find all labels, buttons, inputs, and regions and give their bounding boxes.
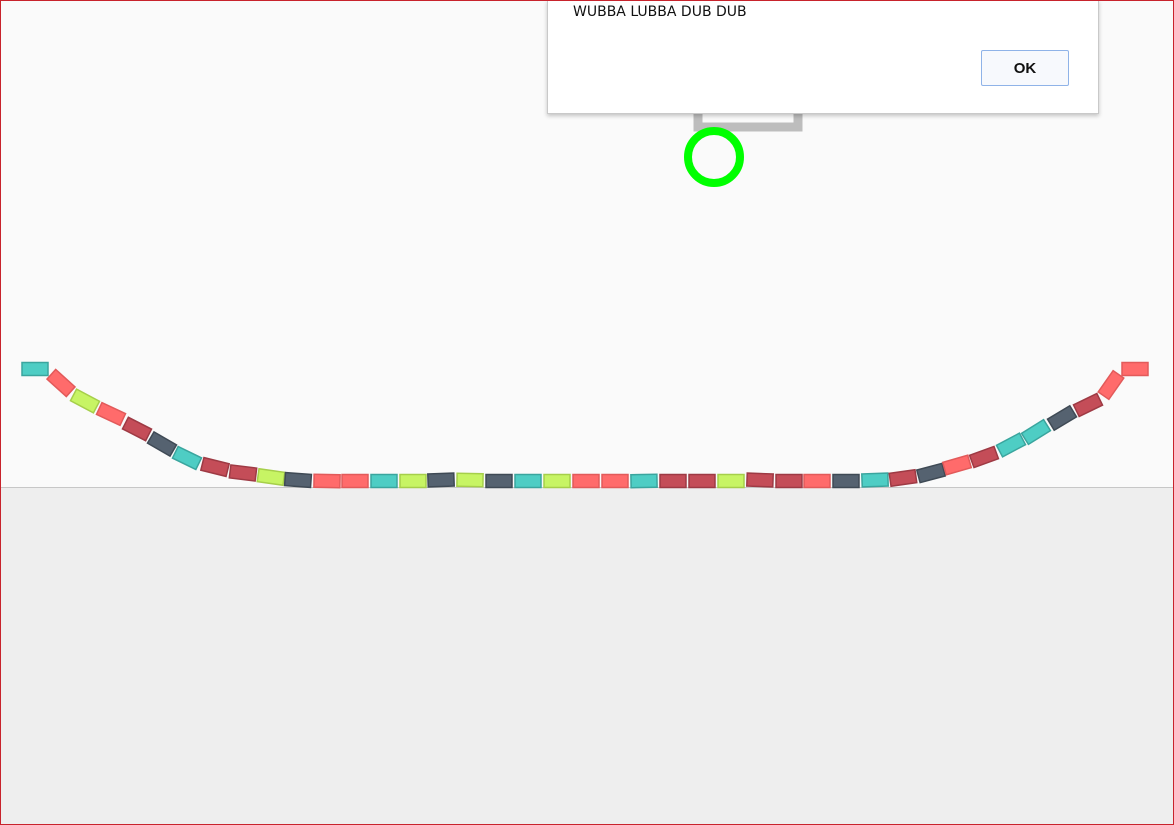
rope-segment[interactable] <box>514 473 542 489</box>
rope-segment[interactable] <box>832 473 860 489</box>
rope-segment[interactable] <box>1072 392 1104 418</box>
rope-segment[interactable] <box>659 473 687 489</box>
rope-segment[interactable] <box>45 368 77 398</box>
rope-segment[interactable] <box>199 456 231 478</box>
rope-segment[interactable] <box>69 388 101 414</box>
rope-segment[interactable] <box>283 471 313 489</box>
rope-segment[interactable] <box>456 472 484 488</box>
rope-segment[interactable] <box>572 473 600 489</box>
rope-segment[interactable] <box>941 454 973 476</box>
rope[interactable] <box>21 361 1149 489</box>
rope-segment[interactable] <box>630 473 658 489</box>
rope-segment[interactable] <box>21 361 49 377</box>
rope-segment[interactable] <box>121 416 153 442</box>
rope-segment[interactable] <box>427 472 455 488</box>
rope-segment[interactable] <box>1046 404 1078 432</box>
rope-segment[interactable] <box>1097 369 1125 401</box>
physics-canvas[interactable]: WUBBA LUBBA DUB DUB OK <box>0 0 1174 825</box>
rope-segment[interactable] <box>146 430 178 458</box>
rope-segment[interactable] <box>601 473 629 489</box>
rope-segment[interactable] <box>746 472 774 488</box>
rope-segment[interactable] <box>95 401 127 427</box>
rope-segment[interactable] <box>688 473 716 489</box>
rope-segment[interactable] <box>228 464 258 482</box>
rope-segment[interactable] <box>313 473 341 489</box>
rope-segment[interactable] <box>399 473 427 489</box>
physics-scene[interactable] <box>1 1 1173 824</box>
rope-segment[interactable] <box>341 473 369 489</box>
rope-segment[interactable] <box>717 473 745 489</box>
rope-segment[interactable] <box>915 462 947 484</box>
rope-segment[interactable] <box>256 467 286 487</box>
rope-segment[interactable] <box>370 473 398 489</box>
rope-segment[interactable] <box>888 468 918 488</box>
rope-segment[interactable] <box>171 445 203 471</box>
rope-segment[interactable] <box>995 432 1027 458</box>
rope-segment[interactable] <box>1121 361 1149 377</box>
rope-segment[interactable] <box>543 473 571 489</box>
rope-segment[interactable] <box>968 445 1000 469</box>
rope-segment[interactable] <box>1020 418 1052 446</box>
rope-segment[interactable] <box>803 473 831 489</box>
ok-button[interactable]: OK <box>981 50 1069 86</box>
alert-dialog: WUBBA LUBBA DUB DUB OK <box>547 1 1099 114</box>
dialog-message: WUBBA LUBBA DUB DUB <box>573 4 747 20</box>
rope-segment[interactable] <box>775 473 803 489</box>
ring[interactable] <box>684 127 744 187</box>
rope-segment[interactable] <box>485 473 513 489</box>
rope-segment[interactable] <box>861 472 889 488</box>
